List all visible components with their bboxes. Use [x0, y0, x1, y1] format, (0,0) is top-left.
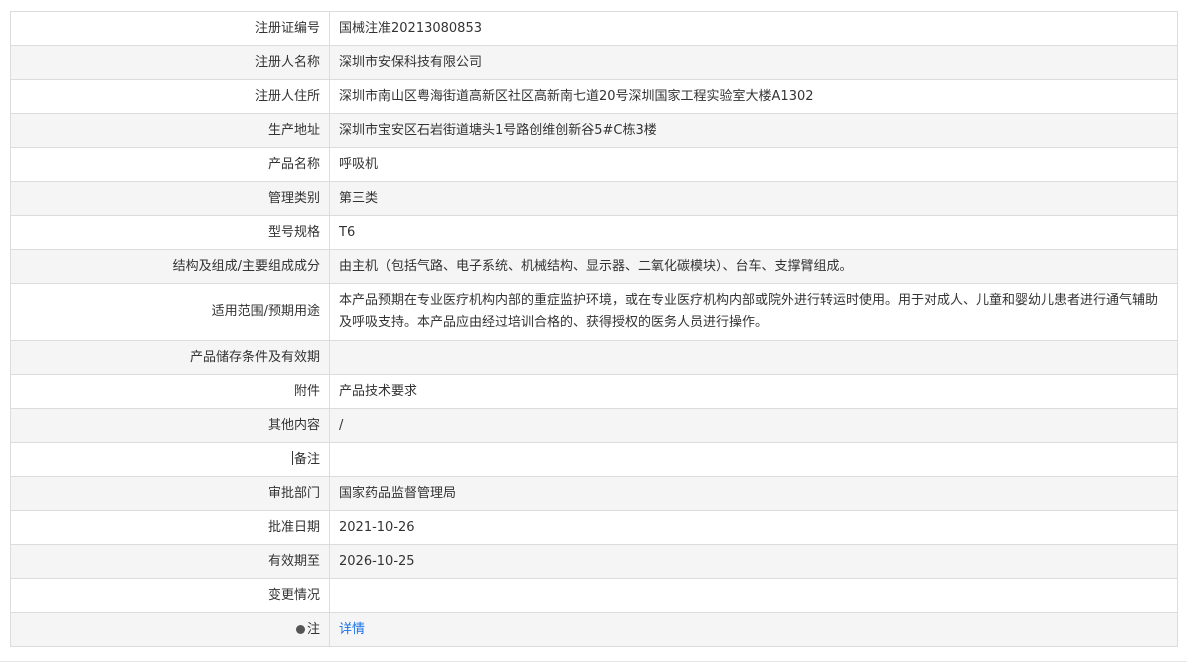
- field-label: 有效期至: [10, 544, 330, 579]
- field-value: 国械注准20213080853: [329, 11, 1178, 46]
- table-row: 型号规格 T6: [10, 215, 1178, 250]
- field-label: 审批部门: [10, 476, 330, 511]
- field-label: 备注: [293, 451, 320, 467]
- field-value: 呼吸机: [329, 147, 1178, 182]
- table-row: 审批部门 国家药品监督管理局: [10, 476, 1178, 511]
- field-label: 其他内容: [10, 408, 330, 443]
- table-row: 附件 产品技术要求: [10, 374, 1178, 409]
- field-label: 附件: [10, 374, 330, 409]
- field-label: 注: [306, 621, 320, 637]
- field-label: 注册人名称: [10, 45, 330, 80]
- field-value: 由主机（包括气路、电子系统、机械结构、显示器、二氧化碳模块）、台车、支撑臂组成。: [329, 249, 1178, 284]
- table-row: 其他内容 /: [10, 408, 1178, 443]
- field-value: 2026-10-25: [329, 544, 1178, 579]
- table-row: 注册人住所 深圳市南山区粤海街道高新区社区高新南七道20号深圳国家工程实验室大楼…: [10, 79, 1178, 114]
- field-label-cell: 备注: [10, 442, 330, 477]
- field-value: 深圳市安保科技有限公司: [329, 45, 1178, 80]
- field-value: 深圳市南山区粤海街道高新区社区高新南七道20号深圳国家工程实验室大楼A1302: [329, 79, 1178, 114]
- field-label-cell: 注: [10, 612, 330, 647]
- field-label: 生产地址: [10, 113, 330, 148]
- table-row: 备注: [10, 442, 1178, 477]
- table-row: 注 详情: [10, 612, 1178, 647]
- field-label: 型号规格: [10, 215, 330, 250]
- field-label: 产品名称: [10, 147, 330, 182]
- field-label: 适用范围/预期用途: [10, 283, 330, 341]
- table-row: 注册人名称 深圳市安保科技有限公司: [10, 45, 1178, 80]
- field-label: 注册人住所: [10, 79, 330, 114]
- field-value: [329, 340, 1178, 375]
- table-row: 有效期至 2026-10-25: [10, 544, 1178, 579]
- details-link[interactable]: 详情: [339, 622, 365, 637]
- field-value: 深圳市宝安区石岩街道塘头1号路创维创新谷5#C栋3楼: [329, 113, 1178, 148]
- field-value: 国家药品监督管理局: [329, 476, 1178, 511]
- table-row: 适用范围/预期用途 本产品预期在专业医疗机构内部的重症监护环境，或在专业医疗机构…: [10, 283, 1178, 341]
- table-row: 产品名称 呼吸机: [10, 147, 1178, 182]
- field-label: 结构及组成/主要组成成分: [10, 249, 330, 284]
- field-value: 产品技术要求: [329, 374, 1178, 409]
- registration-detail-table: 注册证编号 国械注准20213080853 注册人名称 深圳市安保科技有限公司 …: [10, 11, 1178, 647]
- field-value: T6: [329, 215, 1178, 250]
- table-row: 批准日期 2021-10-26: [10, 510, 1178, 545]
- note-marker-icon: [295, 624, 305, 634]
- field-value-cell: 详情: [329, 612, 1178, 647]
- field-label: 批准日期: [10, 510, 330, 545]
- field-label: 管理类别: [10, 181, 330, 216]
- table-row: 产品储存条件及有效期: [10, 340, 1178, 375]
- field-value: 本产品预期在专业医疗机构内部的重症监护环境，或在专业医疗机构内部或院外进行转运时…: [329, 283, 1178, 341]
- table-row: 生产地址 深圳市宝安区石岩街道塘头1号路创维创新谷5#C栋3楼: [10, 113, 1178, 148]
- table-row: 结构及组成/主要组成成分 由主机（包括气路、电子系统、机械结构、显示器、二氧化碳…: [10, 249, 1178, 284]
- text-cursor-icon: [291, 450, 293, 465]
- field-label: 变更情况: [10, 578, 330, 613]
- field-label: 注册证编号: [10, 11, 330, 46]
- field-label: 产品储存条件及有效期: [10, 340, 330, 375]
- table-row: 变更情况: [10, 578, 1178, 613]
- field-value: [329, 578, 1178, 613]
- field-value: [329, 442, 1178, 477]
- field-value: /: [329, 408, 1178, 443]
- table-row: 管理类别 第三类: [10, 181, 1178, 216]
- field-value: 第三类: [329, 181, 1178, 216]
- table-row: 注册证编号 国械注准20213080853: [10, 11, 1178, 46]
- registration-detail-table-container: 注册证编号 国械注准20213080853 注册人名称 深圳市安保科技有限公司 …: [10, 11, 1178, 647]
- field-value: 2021-10-26: [329, 510, 1178, 545]
- page-bottom-divider: [0, 661, 1187, 662]
